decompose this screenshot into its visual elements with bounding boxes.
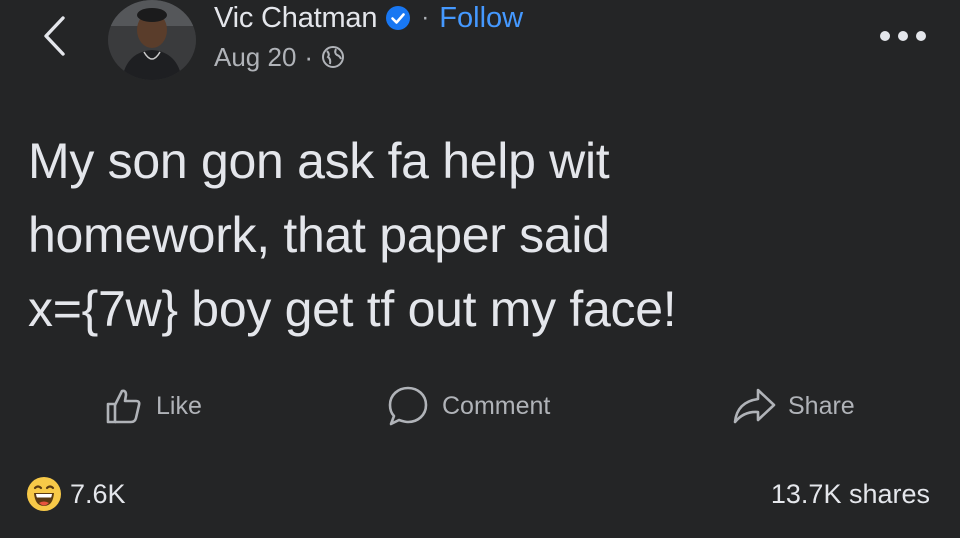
verified-badge-icon (385, 5, 411, 31)
shares-count[interactable]: 13.7K shares (771, 474, 930, 514)
share-label: Share (788, 391, 855, 420)
like-button[interactable]: Like (104, 382, 202, 430)
post-meta: Aug 20 · (214, 40, 345, 74)
reactions-summary[interactable]: 7.6K (26, 474, 126, 514)
more-horizontal-icon (916, 31, 926, 41)
separator-dot: · (304, 41, 314, 72)
more-horizontal-icon (880, 31, 890, 41)
avatar[interactable] (108, 0, 196, 80)
avatar-image (108, 0, 196, 80)
post-date[interactable]: Aug 20 (214, 42, 296, 73)
post-text: My son gon ask fa help wit homework, tha… (28, 133, 677, 337)
share-button[interactable]: Share (732, 382, 855, 430)
haha-emoji-icon (27, 477, 61, 511)
more-options-button[interactable] (880, 26, 926, 46)
follow-button[interactable]: Follow (439, 2, 523, 35)
reaction-count: 7.6K (70, 478, 126, 509)
thumbs-up-icon (106, 389, 141, 424)
post-header: Vic Chatman · Follow (214, 0, 523, 36)
globe-icon (321, 45, 345, 69)
separator-dot: · (421, 4, 430, 31)
author-name[interactable]: Vic Chatman (214, 2, 377, 35)
comment-button[interactable]: Comment (386, 382, 550, 430)
back-button[interactable] (34, 14, 74, 58)
share-arrow-icon (733, 388, 776, 424)
chevron-left-icon (44, 16, 65, 56)
comment-label: Comment (442, 391, 551, 420)
more-horizontal-icon (898, 31, 908, 41)
comment-icon (388, 386, 428, 426)
like-label: Like (156, 391, 202, 420)
